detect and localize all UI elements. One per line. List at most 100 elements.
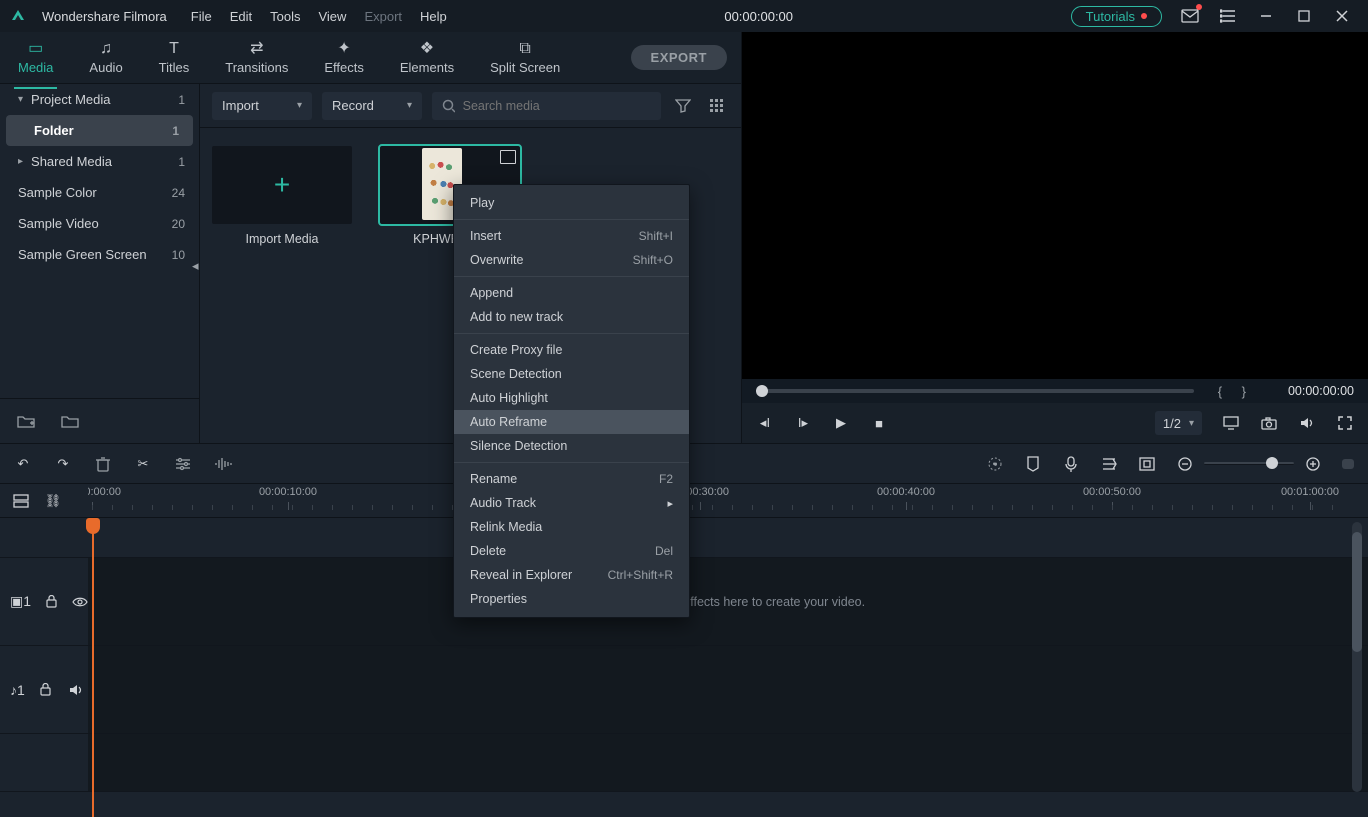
tab-effects[interactable]: ✦Effects: [320, 38, 368, 77]
volume-icon[interactable]: [67, 681, 85, 699]
audio-tab-icon: ♫: [100, 40, 112, 58]
timeline-tracks-icon[interactable]: [12, 492, 30, 510]
media-tab-icon: ▭: [28, 40, 43, 58]
mail-icon[interactable]: [1180, 6, 1200, 26]
menu-export: Export: [364, 9, 402, 24]
redo-icon[interactable]: ↷: [54, 455, 72, 473]
volume-icon[interactable]: [1298, 414, 1316, 432]
tutorials-button[interactable]: Tutorials: [1071, 6, 1162, 27]
window-minimize-button[interactable]: [1256, 6, 1276, 26]
grid-view-icon[interactable]: [705, 94, 729, 118]
undo-icon[interactable]: ↶: [14, 455, 32, 473]
link-icon[interactable]: ⛓: [44, 492, 62, 510]
eye-icon[interactable]: [72, 593, 88, 611]
zoom-in-icon[interactable]: [1304, 455, 1322, 473]
timeline-scrollbar[interactable]: [1352, 522, 1362, 792]
export-button[interactable]: EXPORT: [631, 45, 727, 70]
fullscreen-icon[interactable]: [1336, 414, 1354, 432]
lock-icon[interactable]: [37, 681, 55, 699]
chevron-down-icon: ▾: [18, 94, 23, 105]
menu-tools[interactable]: Tools: [270, 9, 300, 24]
brackets-icon: { }: [1218, 384, 1254, 399]
ctx-properties[interactable]: Properties: [454, 587, 689, 611]
ctx-audio-track[interactable]: Audio Track▸: [454, 491, 689, 515]
window-close-button[interactable]: [1332, 6, 1352, 26]
tab-titles[interactable]: TTitles: [155, 38, 194, 77]
elements-tab-icon: ❖: [420, 40, 434, 58]
shortcut-label: Ctrl+Shift+R: [608, 568, 673, 582]
sidebar-item-shared-media[interactable]: ▸Shared Media1: [0, 146, 199, 177]
marker-shield-icon[interactable]: [1024, 455, 1042, 473]
ctx-auto-highlight[interactable]: Auto Highlight: [454, 386, 689, 410]
ctx-append[interactable]: Append: [454, 281, 689, 305]
tasklist-icon[interactable]: [1218, 6, 1238, 26]
zoom-out-icon[interactable]: [1176, 455, 1194, 473]
split-icon[interactable]: ✂: [134, 455, 152, 473]
audio-wave-icon[interactable]: [214, 455, 232, 473]
tab-audio[interactable]: ♫Audio: [85, 38, 126, 77]
ctx-auto-reframe[interactable]: Auto Reframe: [454, 410, 689, 434]
sidebar-item-folder[interactable]: Folder1: [6, 115, 193, 146]
display-icon[interactable]: [1222, 414, 1240, 432]
playhead[interactable]: [92, 518, 94, 817]
preview-canvas[interactable]: [742, 32, 1368, 379]
tab-elements[interactable]: ❖Elements: [396, 38, 458, 77]
extra-track[interactable]: [0, 734, 1368, 792]
ctx-play[interactable]: Play: [454, 191, 689, 215]
import-dropdown[interactable]: Import ▾: [212, 92, 312, 120]
sidebar-item-sample-color[interactable]: Sample Color24: [0, 177, 199, 208]
window-maximize-button[interactable]: [1294, 6, 1314, 26]
menu-view[interactable]: View: [318, 9, 346, 24]
search-field[interactable]: [463, 99, 651, 113]
ctx-add-to-new-track[interactable]: Add to new track: [454, 305, 689, 329]
import-dropdown-label: Import: [222, 98, 259, 113]
ctx-delete[interactable]: DeleteDel: [454, 539, 689, 563]
play-icon[interactable]: ▶: [832, 414, 850, 432]
crop-icon[interactable]: [1138, 455, 1156, 473]
step-forward-icon[interactable]: I▸: [794, 414, 812, 432]
ctx-relink-media[interactable]: Relink Media: [454, 515, 689, 539]
menu-file[interactable]: File: [191, 9, 212, 24]
fit-zoom-icon[interactable]: [1342, 459, 1354, 469]
ctx-insert[interactable]: InsertShift+I: [454, 224, 689, 248]
ctx-scene-detection[interactable]: Scene Detection: [454, 362, 689, 386]
step-back-icon[interactable]: ◂I: [756, 414, 774, 432]
import-media-tile[interactable]: + Import Media: [212, 146, 352, 246]
sidebar-item-sample-green-screen[interactable]: Sample Green Screen10: [0, 239, 199, 270]
titlebar: Wondershare Filmora FileEditToolsViewExp…: [0, 0, 1368, 32]
filter-icon[interactable]: [671, 94, 695, 118]
tab-transitions[interactable]: ⇄Transitions: [221, 38, 292, 77]
folder-icon[interactable]: [58, 409, 82, 433]
search-input[interactable]: [432, 92, 661, 120]
preview-quality-dropdown[interactable]: 1/2▾: [1155, 411, 1202, 435]
lock-icon[interactable]: [43, 593, 59, 611]
ctx-create-proxy-file[interactable]: Create Proxy file: [454, 338, 689, 362]
new-folder-icon[interactable]: [14, 409, 38, 433]
ruler-label: 00:00:40:00: [877, 486, 935, 498]
ctx-overwrite[interactable]: OverwriteShift+O: [454, 248, 689, 272]
preview-scrubber[interactable]: { } 00:00:00:00: [742, 379, 1368, 403]
tab-split-screen[interactable]: ⧉Split Screen: [486, 38, 564, 77]
snapshot-icon[interactable]: [1260, 414, 1278, 432]
render-icon[interactable]: [986, 455, 1004, 473]
tab-media[interactable]: ▭Media: [14, 38, 57, 77]
timeline-ruler[interactable]: 00:00:00:0000:00:10:0000:00:30:0000:00:4…: [88, 484, 1368, 517]
menubar: File Edit Tools View Export Help: [191, 9, 447, 24]
adjust-icon[interactable]: [174, 455, 192, 473]
stop-icon[interactable]: ■: [870, 414, 888, 432]
voiceover-mic-icon[interactable]: [1062, 455, 1080, 473]
timeline-zoom-slider[interactable]: [1176, 455, 1322, 473]
record-dropdown[interactable]: Record▾: [322, 92, 422, 120]
delete-icon[interactable]: [94, 455, 112, 473]
menu-edit[interactable]: Edit: [230, 9, 252, 24]
audio-track-1[interactable]: ♪1: [0, 646, 1368, 734]
ctx-reveal-in-explorer[interactable]: Reveal in ExplorerCtrl+Shift+R: [454, 563, 689, 587]
sidebar-item-sample-video[interactable]: Sample Video20: [0, 208, 199, 239]
chevron-down-icon: ▾: [297, 100, 302, 111]
menu-help[interactable]: Help: [420, 9, 447, 24]
scrub-bar[interactable]: [756, 389, 1194, 393]
chevron-right-icon: ▸: [18, 156, 23, 167]
ctx-silence-detection[interactable]: Silence Detection: [454, 434, 689, 458]
mixer-icon[interactable]: [1100, 455, 1118, 473]
ctx-rename[interactable]: RenameF2: [454, 467, 689, 491]
